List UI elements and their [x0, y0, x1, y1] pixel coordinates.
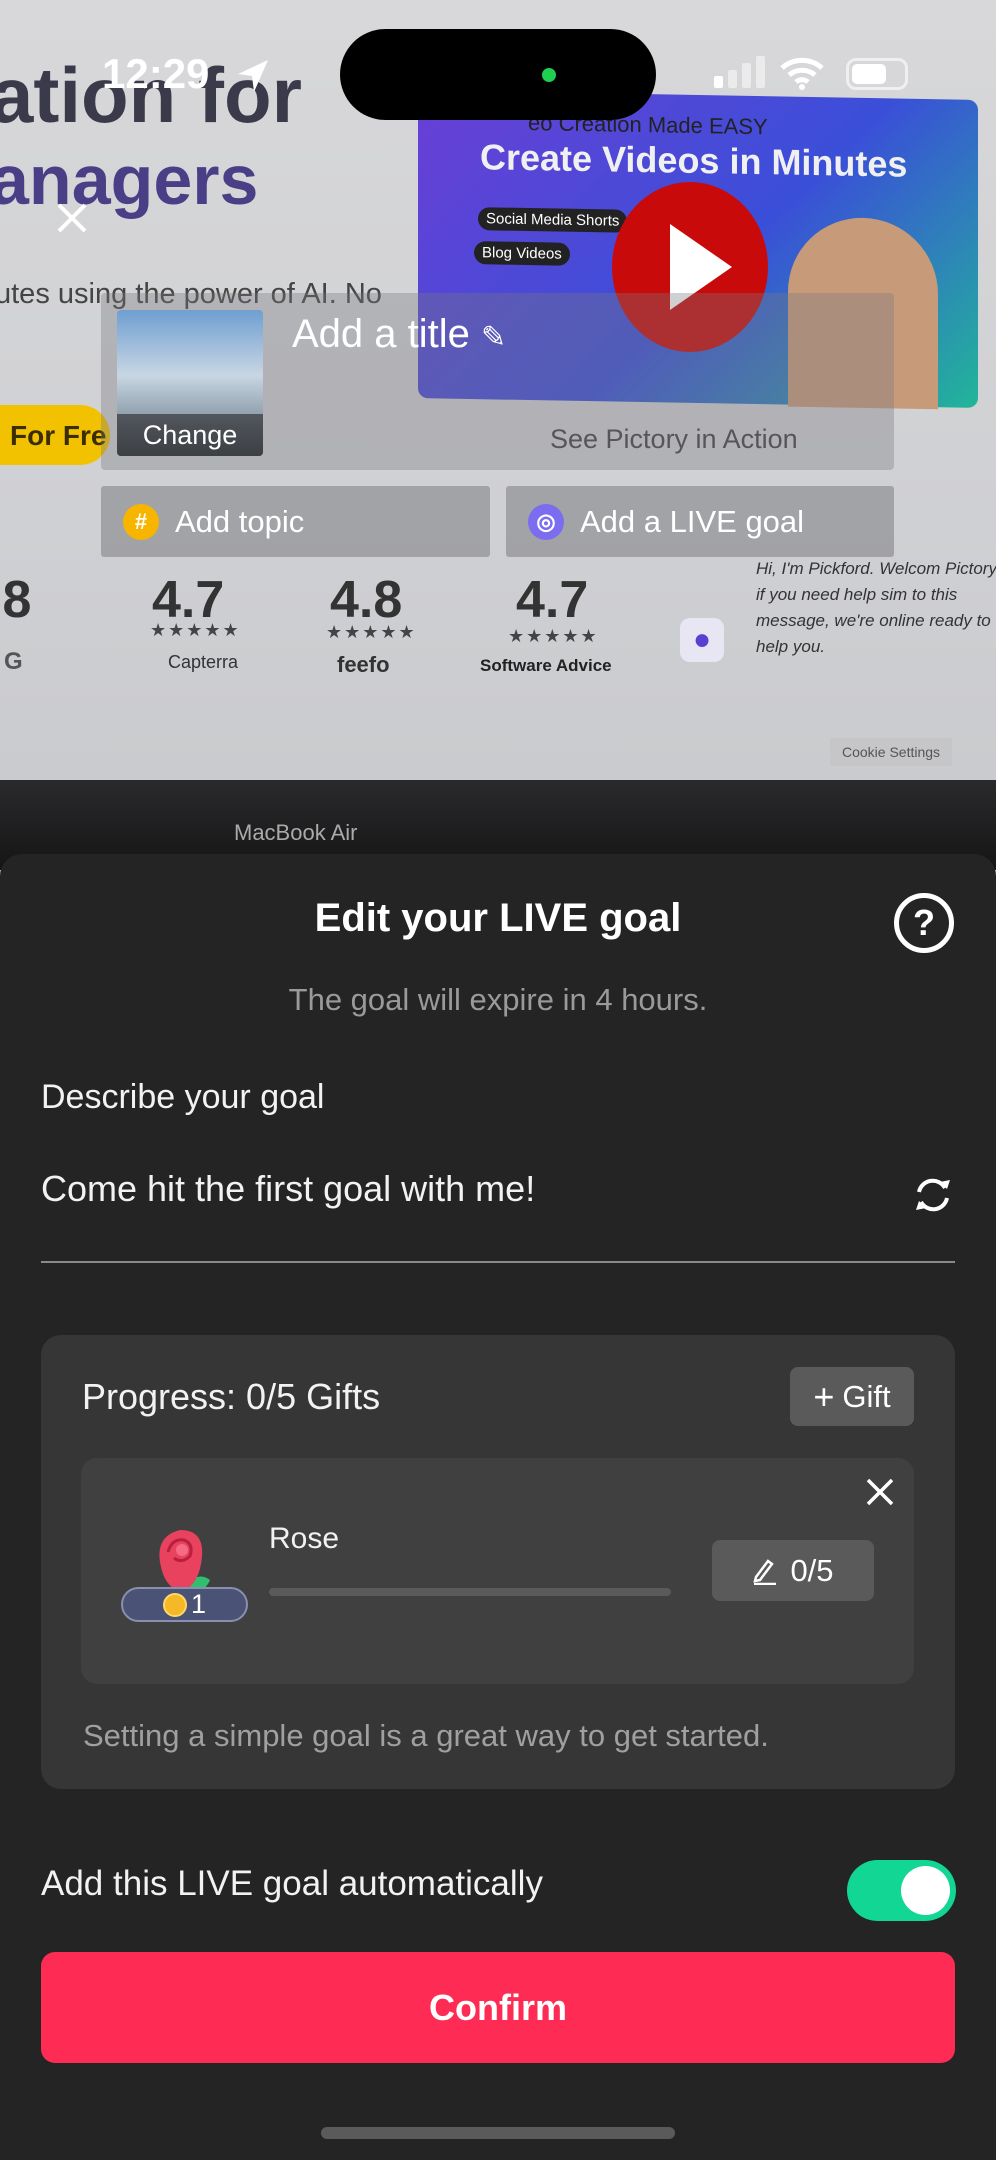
goal-description-input[interactable] — [41, 1168, 911, 1210]
coin-value: 1 — [190, 1589, 207, 1619]
confirm-button[interactable]: Confirm — [41, 1952, 955, 2063]
bg-chat-text: Hi, I'm Pickford. Welcom Pictory, if you… — [756, 559, 996, 656]
bg-video-tag: Social Media Shorts — [478, 207, 628, 233]
remove-gift-icon[interactable] — [862, 1474, 898, 1510]
gift-count: 0/5 — [790, 1552, 834, 1588]
bg-video-tag: Blog Videos — [474, 241, 570, 266]
title-input[interactable]: Add a title ✎ — [292, 312, 506, 357]
bg-brand: G — [4, 648, 23, 675]
change-cover-button[interactable]: Change — [117, 414, 263, 456]
camera-indicator-icon — [542, 68, 556, 82]
goal-hint: Setting a simple goal is a great way to … — [83, 1718, 769, 1753]
sheet-title: Edit your LIVE goal — [314, 896, 682, 940]
add-gift-label: Gift — [842, 1378, 891, 1414]
bg-video-title: Create Videos in Minutes — [480, 136, 908, 185]
bg-laptop-label: MacBook Air — [234, 820, 358, 845]
bg-brand: feefo — [337, 652, 390, 677]
help-icon[interactable]: ? — [894, 893, 954, 953]
edit-gift-count-button[interactable]: 0/5 — [712, 1540, 874, 1601]
describe-goal-label: Describe your goal — [41, 1078, 325, 1116]
gift-name: Rose — [269, 1522, 340, 1555]
bg-rating: 4.7 — [516, 571, 589, 629]
bg-cookie-button: Cookie Settings — [830, 738, 953, 766]
auto-add-label: Add this LIVE goal automatically — [41, 1864, 543, 1903]
bg-brand: Capterra — [168, 652, 239, 672]
bg-brand: Software Advice — [480, 656, 612, 675]
pencil-icon: ✎ — [481, 321, 507, 354]
input-underline — [41, 1261, 955, 1263]
target-icon: ◎ — [528, 503, 564, 540]
hashtag-icon: # — [123, 503, 159, 540]
bg-rating: 4.8 — [330, 571, 403, 629]
status-time: 12:29 — [102, 50, 210, 97]
bg-rating: .8 — [0, 571, 32, 629]
expiry-note: The goal will expire in 4 hours. — [288, 982, 708, 1017]
bg-cta: For Fre — [10, 420, 107, 451]
chatbot-icon: ● — [680, 618, 724, 662]
dynamic-island — [340, 29, 656, 120]
coin-price-badge: 1 — [121, 1587, 248, 1622]
coin-icon — [162, 1592, 187, 1617]
close-icon[interactable] — [56, 202, 88, 234]
pencil-icon — [753, 1558, 777, 1585]
wifi-icon — [780, 57, 824, 90]
add-topic-button[interactable]: # Add topic — [101, 486, 490, 557]
title-placeholder: Add a title — [292, 312, 470, 356]
toggle-knob — [901, 1866, 950, 1915]
add-topic-label: Add topic — [175, 503, 305, 539]
add-live-goal-button[interactable]: ◎ Add a LIVE goal — [506, 486, 894, 557]
bg-headline-2: anagers — [0, 141, 259, 219]
battery-icon — [846, 58, 908, 90]
auto-add-toggle[interactable] — [847, 1860, 956, 1921]
add-gift-button[interactable]: + Gift — [790, 1367, 914, 1426]
home-indicator[interactable] — [321, 2127, 675, 2139]
cover-thumbnail[interactable]: Change — [117, 310, 263, 456]
gift-progress-bar — [269, 1588, 671, 1596]
signal-icon — [714, 56, 765, 88]
progress-label: Progress: 0/5 Gifts — [82, 1376, 381, 1417]
location-icon — [238, 60, 268, 92]
refresh-icon[interactable] — [910, 1172, 956, 1218]
add-goal-label: Add a LIVE goal — [580, 503, 805, 539]
plus-icon: + — [813, 1375, 835, 1417]
